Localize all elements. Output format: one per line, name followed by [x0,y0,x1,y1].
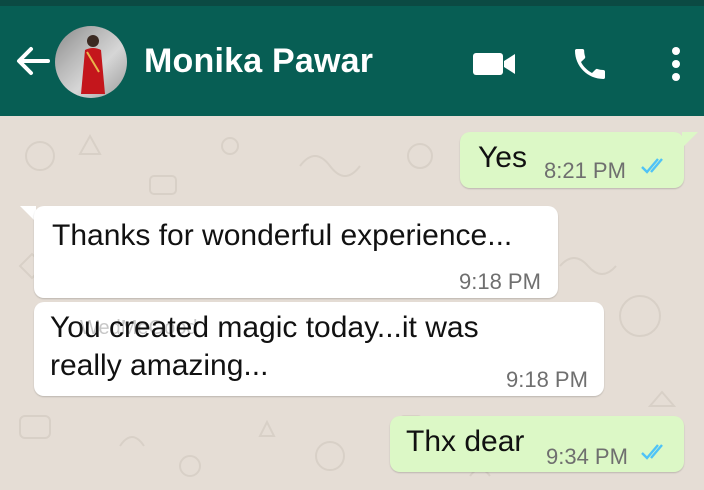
chat-header: Monika Pawar [0,6,704,116]
more-vertical-icon [672,47,680,81]
contact-avatar[interactable] [55,26,127,98]
message-bubble-incoming[interactable]: Thanks for wonderful experience... 9:18 … [34,206,558,298]
video-call-button[interactable] [470,40,518,88]
message-text-line-2: really amazing... [50,349,269,382]
message-time: 9:34 PM [546,444,628,469]
message-time: 9:18 PM [506,367,588,392]
double-check-icon [641,158,663,174]
message-time: 8:21 PM [544,158,626,183]
contact-name[interactable]: Monika Pawar [144,44,373,78]
message-bubble-outgoing[interactable]: Thx dear 9:34 PM [390,416,684,472]
message-time: 9:18 PM [459,269,541,294]
chat-area[interactable]: Yes 8:21 PM Thanks for wonderful experie… [0,116,704,490]
video-call-icon [473,53,515,75]
avatar-photo [81,35,105,94]
phone-call-icon [575,49,605,79]
watermark: WedMeGood [80,317,198,339]
message-text: Thanks for wonderful experience... [52,219,513,252]
voice-call-button[interactable] [566,40,614,88]
back-button[interactable] [14,42,52,80]
arrow-left-icon [17,47,50,75]
more-options-button[interactable] [652,40,700,88]
bubble-tail [682,132,698,148]
message-text: Yes [478,141,527,174]
double-check-icon [641,444,663,460]
message-bubble-outgoing[interactable]: Yes 8:21 PM [460,132,684,188]
message-text: Thx dear [406,425,525,458]
